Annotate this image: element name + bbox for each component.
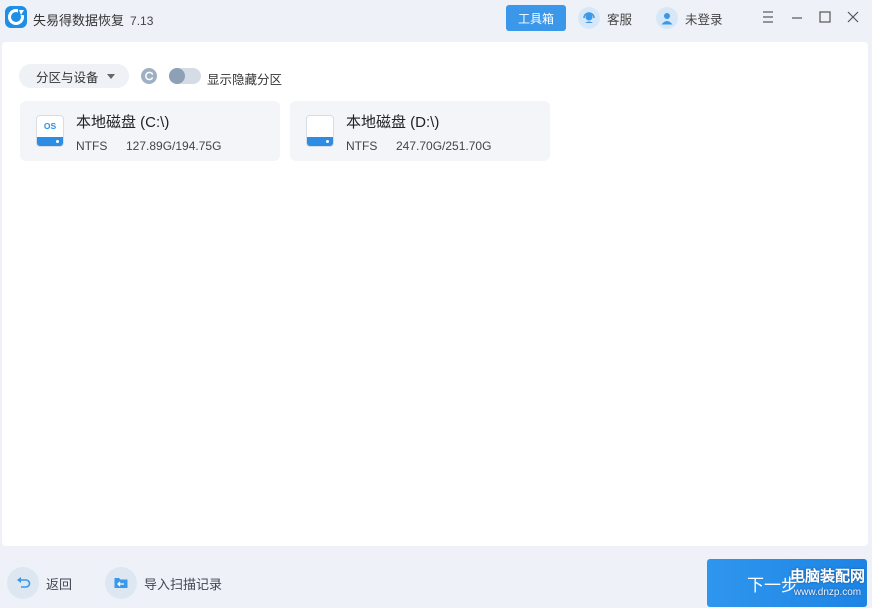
main-panel: 分区与设备 显示隐藏分区 OS 本地磁盘 (C:\) NTFS 127.89G/… [2, 42, 868, 546]
show-hidden-partitions-label: 显示隐藏分区 [207, 73, 283, 87]
drive-name: 本地磁盘 (C:\) [76, 114, 170, 131]
maximize-icon[interactable] [817, 9, 833, 25]
disk-drive-icon [306, 115, 334, 147]
app-version: 7.13 [130, 14, 154, 28]
customer-service-button[interactable]: 客服 [578, 6, 632, 30]
watermark-name: 电脑装配网 [790, 568, 866, 585]
headset-icon [578, 7, 600, 29]
app-title: 失易得数据恢复 7.13 [33, 10, 153, 29]
drive-capacity: 247.70G/251.70G [396, 139, 492, 153]
watermark: 电脑装配网 www.dnzp.com [790, 568, 865, 600]
show-hidden-partitions-toggle[interactable] [169, 68, 201, 84]
drive-name: 本地磁盘 (D:\) [346, 114, 440, 131]
refresh-icon[interactable] [141, 68, 157, 84]
back-button[interactable]: 返回 [7, 567, 72, 599]
toggle-knob [169, 68, 185, 84]
import-scan-record-button[interactable]: 导入扫描记录 [105, 567, 222, 599]
system-drive-icon: OS [36, 115, 64, 147]
watermark-url: www.dnzp.com [793, 587, 862, 598]
import-scan-record-label: 导入扫描记录 [144, 576, 223, 592]
back-arrow-icon [7, 567, 39, 599]
drive-card-d[interactable]: 本地磁盘 (D:\) NTFS 247.70G/251.70G [290, 101, 550, 161]
chevron-down-icon [106, 73, 115, 79]
minimize-icon[interactable] [789, 9, 805, 25]
drive-os-text: OS [43, 121, 57, 131]
app-logo-icon [5, 6, 27, 28]
import-folder-icon [105, 567, 137, 599]
customer-service-label: 客服 [607, 12, 633, 27]
menu-icon[interactable] [760, 9, 776, 25]
close-icon[interactable] [845, 9, 861, 25]
drive-filesystem: NTFS [346, 139, 378, 153]
drive-card-c[interactable]: OS 本地磁盘 (C:\) NTFS 127.89G/194.75G [20, 101, 280, 161]
login-button[interactable]: 未登录 [656, 6, 723, 30]
back-label: 返回 [46, 576, 73, 592]
partition-device-label: 分区与设备 [36, 70, 99, 85]
user-icon [656, 7, 678, 29]
title-bar: 失易得数据恢复 7.13 工具箱 客服 未登录 [0, 0, 872, 38]
drive-capacity: 127.89G/194.75G [126, 139, 222, 153]
login-label: 未登录 [685, 12, 723, 27]
partition-device-dropdown[interactable]: 分区与设备 [19, 64, 129, 88]
app-name: 失易得数据恢复 [33, 13, 125, 28]
drive-filesystem: NTFS [76, 139, 108, 153]
toolbox-button[interactable]: 工具箱 [506, 5, 566, 31]
